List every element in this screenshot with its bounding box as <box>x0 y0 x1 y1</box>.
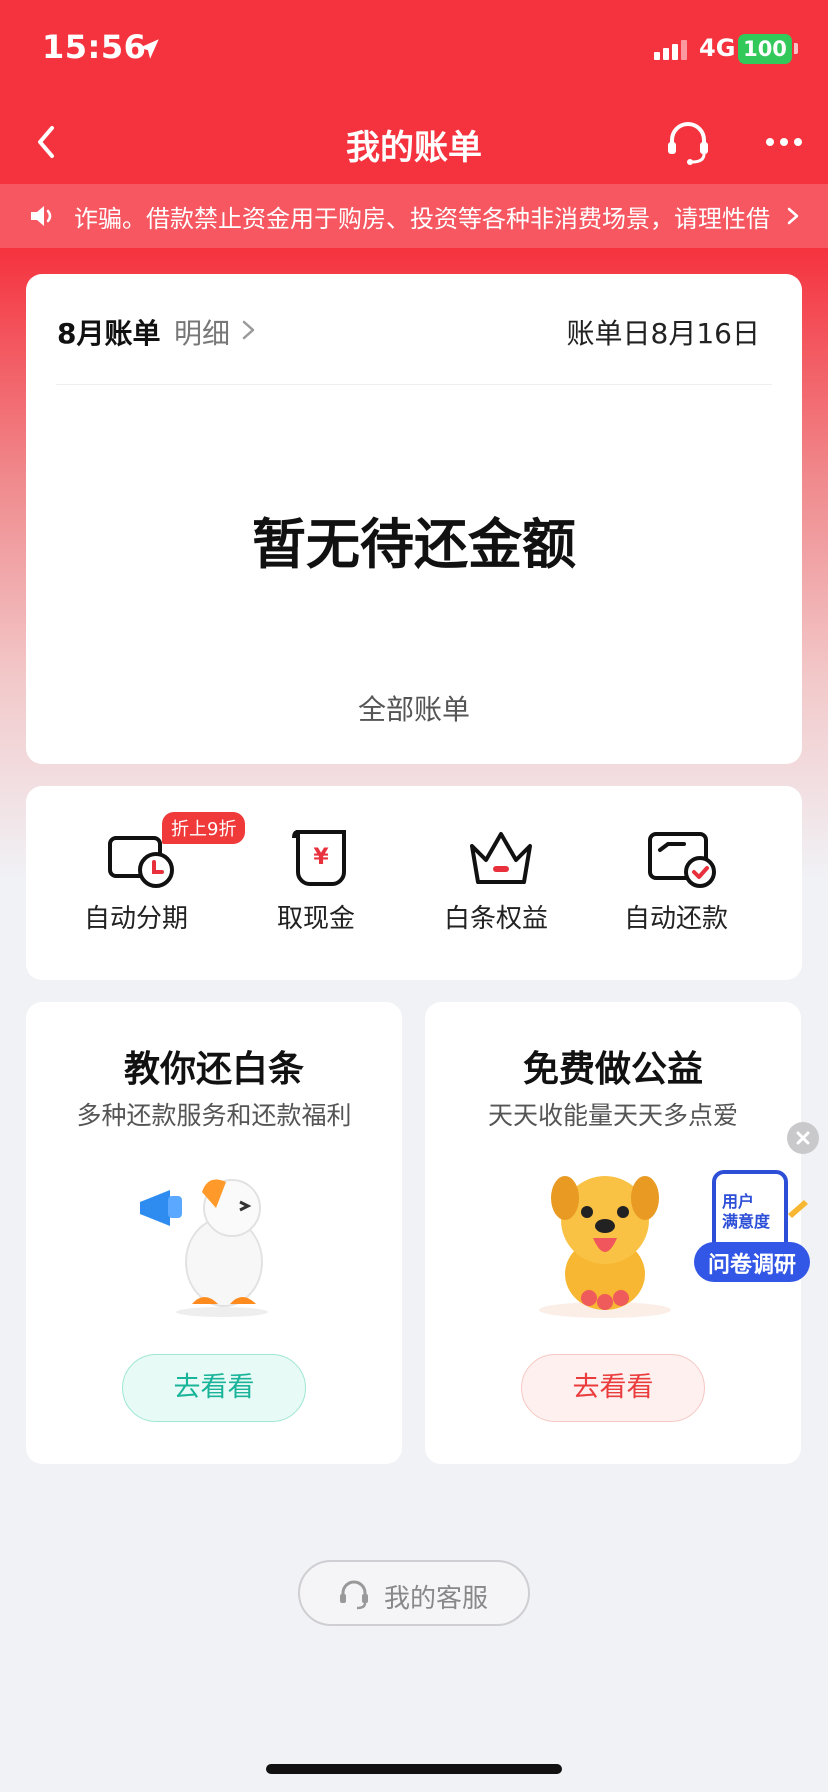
location-arrow-icon <box>139 39 159 59</box>
service-auto-repay[interactable]: 自动还款 <box>586 826 766 946</box>
navigation-bar: 我的账单 <box>0 100 828 184</box>
services-card: 折上9折 自动分期 ¥ 取现金 白条权益 自动还款 <box>26 786 802 980</box>
promo-view-button[interactable]: 去看看 <box>521 1354 705 1422</box>
promo-subtitle: 多种还款服务和还款福利 <box>76 1101 352 1130</box>
battery-tip <box>794 43 798 54</box>
chevron-right-icon <box>787 207 799 225</box>
survey-button-label[interactable]: 问卷调研 <box>696 1247 808 1279</box>
support-label: 我的客服 <box>384 1584 489 1614</box>
customer-service-icon[interactable] <box>660 114 716 170</box>
service-label: 自动还款 <box>623 904 728 934</box>
duck-megaphone-illustration <box>140 1179 268 1317</box>
service-label: 白条权益 <box>443 904 548 934</box>
close-float-button[interactable] <box>787 1122 819 1154</box>
notice-bar[interactable]: 诈骗。借款禁止资金用于购房、投资等各种非消费场景，请理性借 <box>0 184 828 248</box>
service-cash-withdraw[interactable]: ¥ 取现金 <box>226 826 406 946</box>
dog-mascot-illustration <box>539 1176 671 1318</box>
survey-line2: 满意度 <box>722 1212 771 1231</box>
more-icon[interactable] <box>756 114 812 170</box>
battery-indicator: 100 <box>738 34 792 64</box>
promo-subtitle: 天天收能量天天多点爱 <box>487 1101 738 1130</box>
home-indicator[interactable] <box>266 1764 562 1774</box>
service-auto-installment[interactable]: 折上9折 自动分期 <box>46 812 246 946</box>
network-type: 4G <box>699 34 736 62</box>
my-customer-service-button[interactable]: 我的客服 <box>298 1560 530 1626</box>
speaker-icon <box>31 206 52 226</box>
service-label: 取现金 <box>276 904 355 934</box>
cash-withdraw-icon: ¥ <box>292 830 346 886</box>
promo-view-button[interactable]: 去看看 <box>122 1354 306 1422</box>
bill-card: 8月账单 明细 账单日8月16日 暂无待还金额 全部账单 <box>26 274 802 764</box>
bill-month-label: 8月账单 <box>57 317 161 350</box>
notice-text: 诈骗。借款禁止资金用于购房、投资等各种非消费场景，请理性借 <box>74 205 770 233</box>
headset-icon <box>340 1580 368 1610</box>
crown-icon <box>470 832 532 884</box>
service-label: 自动分期 <box>83 904 188 934</box>
close-icon[interactable] <box>787 1122 819 1154</box>
cellular-signal-icon <box>654 40 687 60</box>
auto-repay-icon <box>648 832 716 888</box>
promo-card-repay-guide: 教你还白条 多种还款服务和还款福利 去看看 <box>26 1002 402 1464</box>
empty-amount-text: 暂无待还金额 <box>252 513 576 576</box>
status-time: 15:56 <box>42 28 147 66</box>
bill-detail-link[interactable]: 明细 <box>174 312 230 352</box>
status-bar: 15:56 4G 100 <box>0 0 828 100</box>
divider <box>56 384 772 385</box>
bill-date: 账单日8月16日 <box>566 317 760 350</box>
promo-title: 教你还白条 <box>123 1049 304 1090</box>
svg-text:¥: ¥ <box>313 845 329 870</box>
chevron-right-icon[interactable] <box>238 316 260 344</box>
promo-title: 免费做公益 <box>522 1049 703 1090</box>
all-bills-link[interactable]: 全部账单 <box>26 688 802 728</box>
service-baitiao-rights[interactable]: 白条权益 <box>406 826 586 946</box>
